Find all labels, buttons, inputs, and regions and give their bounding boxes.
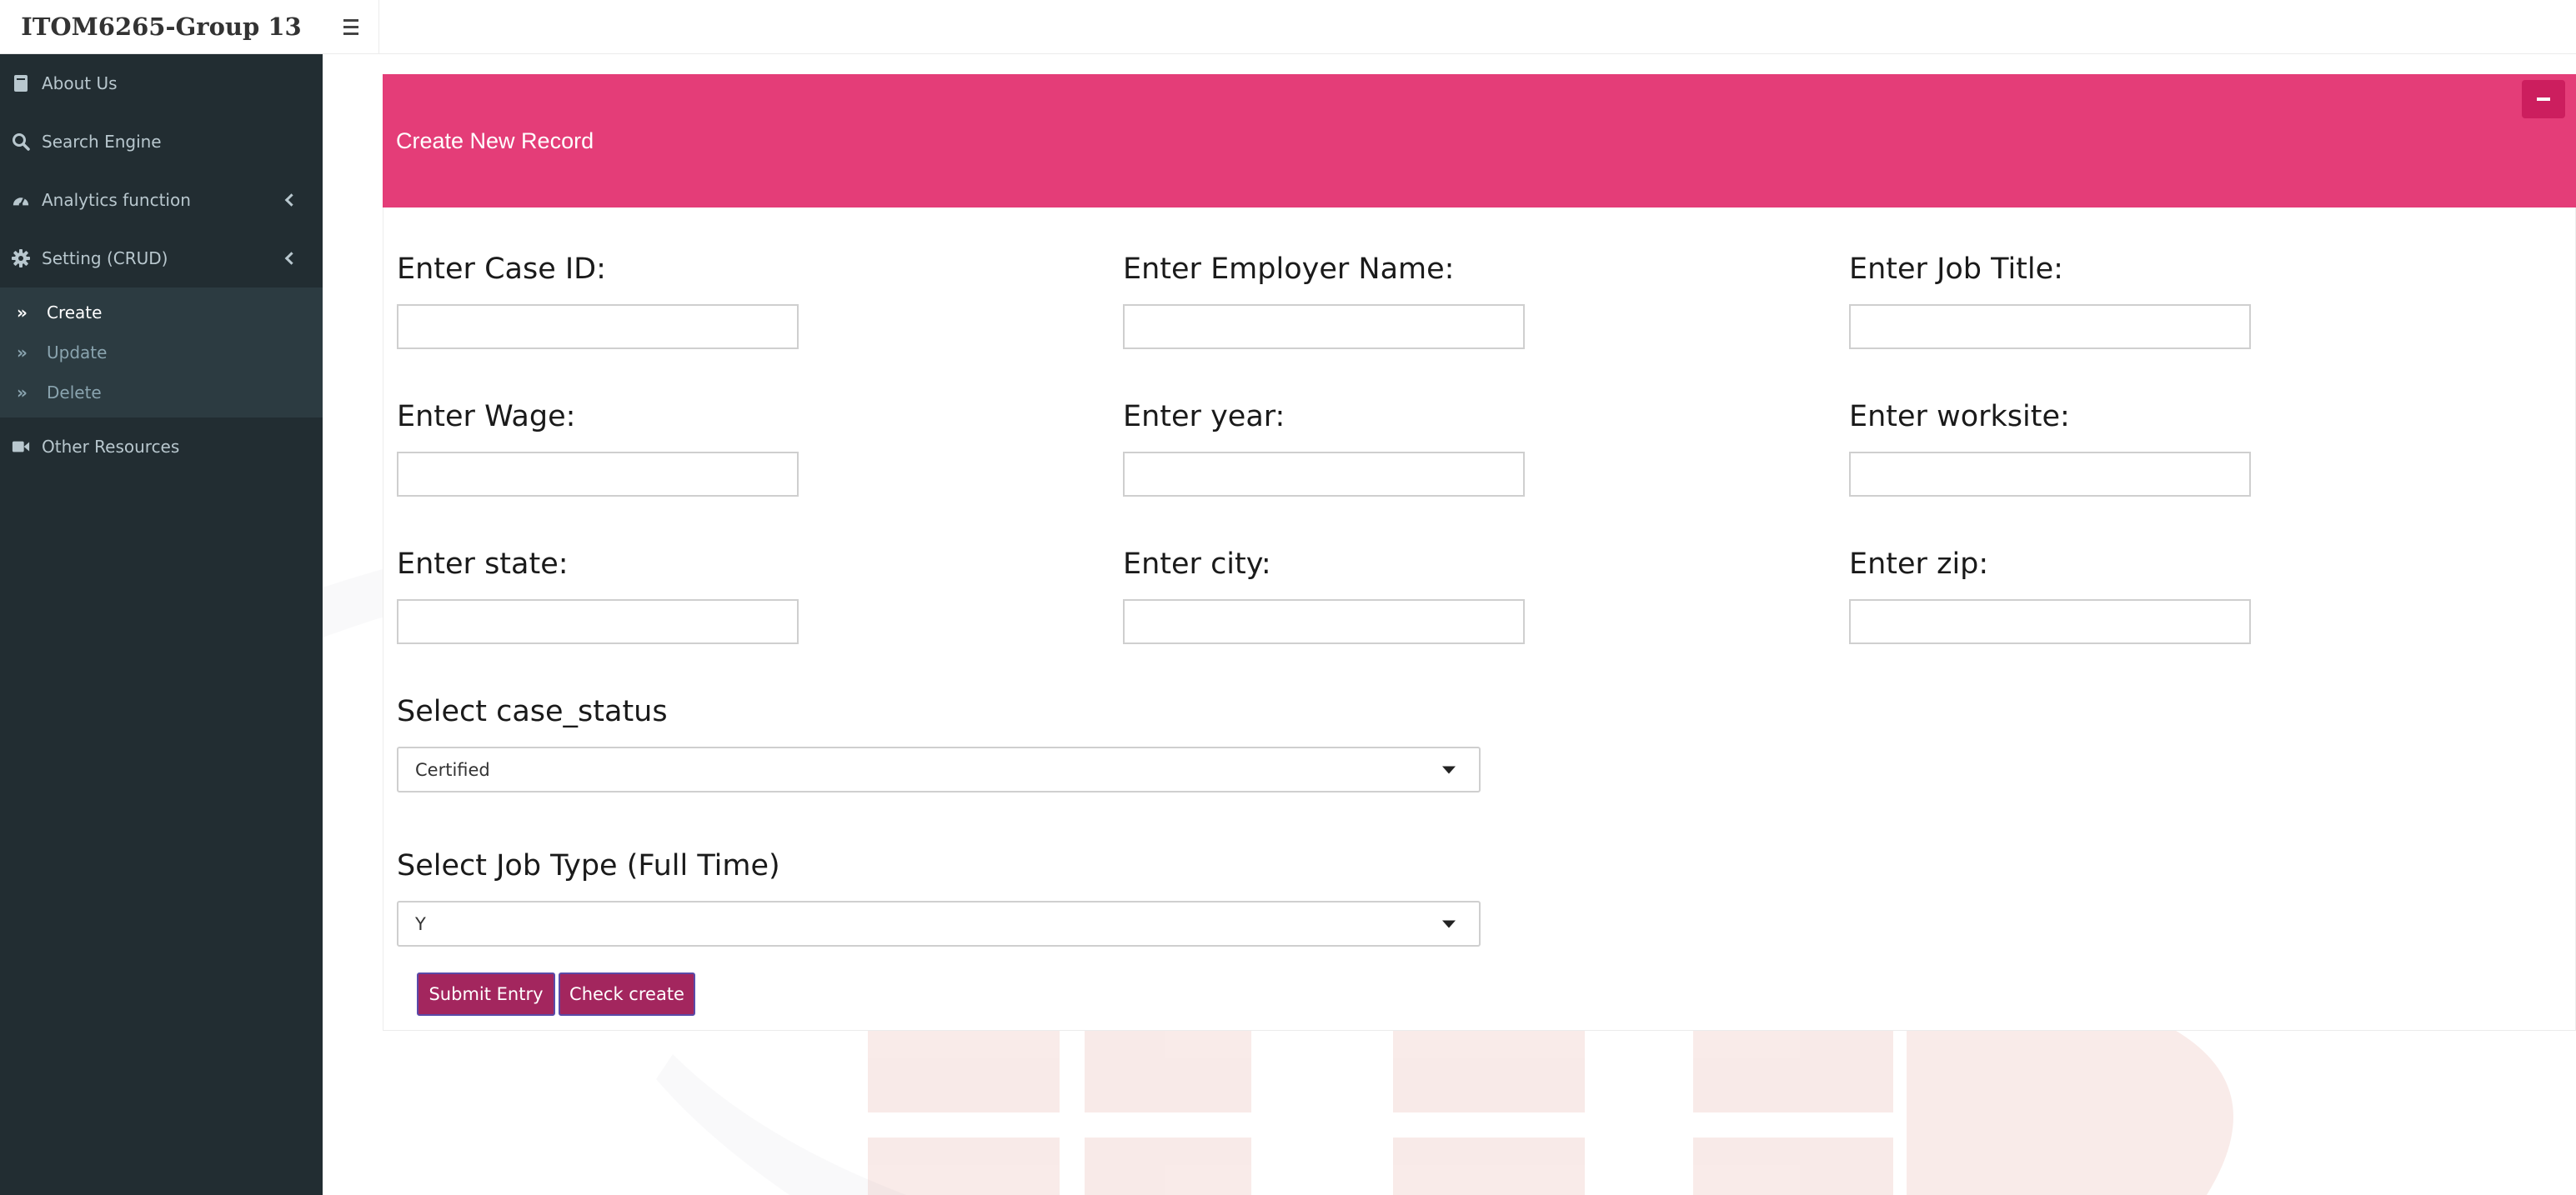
city-input[interactable] [1123,599,1525,644]
city-group: Enter city: [1123,548,1525,644]
chevron-left-icon [284,252,298,265]
top-navbar [323,0,2576,54]
submenu-item-delete[interactable]: » Delete [0,372,323,412]
book-icon [12,74,30,92]
logo-bar: ITOM6265-Group 13 [0,0,323,54]
wage-input[interactable] [397,452,799,497]
caret-down-icon [1442,766,1456,773]
case-status-label: Select case_status [397,695,668,728]
year-label: Enter year: [1123,400,1285,433]
sidebar-item-other-resources[interactable]: Other Resources [0,418,323,476]
box-title: Create New Record [396,128,594,153]
sidebar: About Us Search Engine Analytics functio… [0,54,323,1195]
zip-input[interactable] [1849,599,2251,644]
case-status-value: Certified [415,759,490,780]
submenu-item-create[interactable]: » Create [0,292,323,332]
main-content: Create New Record Enter Case ID: Enter E… [323,54,2576,1195]
job-title-group: Enter Job Title: [1849,252,2251,349]
employer-name-input[interactable] [1123,304,1525,349]
wage-label: Enter Wage: [397,400,576,433]
minus-icon [2537,98,2550,101]
case-id-group: Enter Case ID: [397,252,799,349]
worksite-group: Enter worksite: [1849,400,2251,497]
case-status-select[interactable]: Certified [397,747,1481,792]
city-label: Enter city: [1123,548,1271,581]
wage-group: Enter Wage: [397,400,799,497]
check-create-button[interactable]: Check create [559,972,695,1016]
create-record-box: Create New Record Enter Case ID: Enter E… [383,74,2576,1031]
case-id-input[interactable] [397,304,799,349]
job-type-group: Select Job Type (Full Time) Y [397,849,1481,947]
year-group: Enter year: [1123,400,1525,497]
sidebar-item-setting-crud[interactable]: Setting (CRUD) [0,229,323,288]
job-type-value: Y [415,913,426,934]
collapse-button[interactable] [2522,80,2565,118]
zip-group: Enter zip: [1849,548,2251,644]
job-title-label: Enter Job Title: [1849,252,2063,286]
employer-name-group: Enter Employer Name: [1123,252,1525,349]
setting-submenu: » Create » Update » Delete [0,288,323,418]
sidebar-item-analytics-function[interactable]: Analytics function [0,171,323,229]
state-group: Enter state: [397,548,799,644]
sidebar-item-search-engine[interactable]: Search Engine [0,112,323,171]
sidebar-item-label: Other Resources [42,437,180,457]
case-id-label: Enter Case ID: [397,252,606,286]
hamburger-icon [343,19,358,22]
sidebar-item-label: About Us [42,73,118,93]
worksite-label: Enter worksite: [1849,400,2070,433]
gear-icon [12,249,30,268]
employer-name-label: Enter Employer Name: [1123,252,1455,286]
submenu-item-update[interactable]: » Update [0,332,323,372]
box-header: Create New Record [383,74,2576,208]
job-type-select[interactable]: Y [397,901,1481,947]
video-icon [12,438,30,456]
job-title-input[interactable] [1849,304,2251,349]
submit-entry-button[interactable]: Submit Entry [417,972,555,1016]
sidebar-item-label: Setting (CRUD) [42,248,168,268]
double-chevron-right-icon: » [17,302,28,322]
sidebar-item-label: Analytics function [42,190,191,210]
state-input[interactable] [397,599,799,644]
chevron-left-icon [284,193,298,207]
double-chevron-right-icon: » [17,342,28,362]
search-icon [12,132,30,151]
state-label: Enter state: [397,548,569,581]
app-title: ITOM6265-Group 13 [21,12,302,41]
zip-label: Enter zip: [1849,548,1989,581]
sidebar-item-about-us[interactable]: About Us [0,54,323,112]
sidebar-toggle-button[interactable] [323,0,379,54]
job-type-label: Select Job Type (Full Time) [397,849,780,882]
year-input[interactable] [1123,452,1525,497]
worksite-input[interactable] [1849,452,2251,497]
sidebar-item-label: Search Engine [42,132,162,152]
caret-down-icon [1442,920,1456,928]
dashboard-icon [12,191,30,209]
double-chevron-right-icon: » [17,382,28,402]
case-status-group: Select case_status Certified [397,695,1481,792]
